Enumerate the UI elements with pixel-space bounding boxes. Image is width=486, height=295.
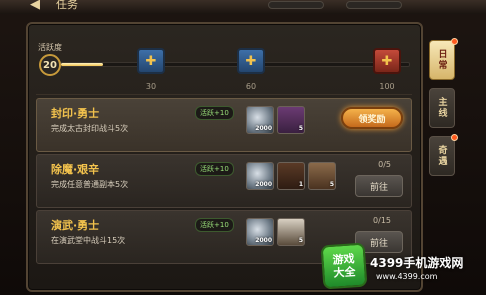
activity-label: 活跃度 bbox=[38, 43, 62, 52]
blue-chest-icon[interactable]: ✚ bbox=[137, 48, 165, 74]
tab-daily[interactable]: 日常 bbox=[429, 40, 455, 80]
reward-qty: 5 bbox=[298, 237, 303, 244]
book-icon[interactable]: 1 bbox=[277, 162, 305, 190]
task-title: 除魔·艰辛 bbox=[51, 163, 100, 176]
reward-qty: 5 bbox=[329, 181, 334, 188]
back-arrow-icon[interactable]: ◀ bbox=[30, 0, 40, 12]
page-title: 任务 bbox=[56, 0, 78, 11]
task-title: 演武·勇士 bbox=[51, 219, 100, 232]
task-description: 完成任意普通副本5次 bbox=[51, 180, 129, 189]
reward-qty: 2000 bbox=[255, 125, 272, 132]
watermark-site: 4399手机游戏网 bbox=[370, 256, 464, 270]
activity-reward-tag: 活跃+10 bbox=[195, 162, 234, 176]
divider bbox=[36, 94, 412, 95]
notification-dot-icon bbox=[451, 38, 458, 45]
task-progress: 0/5 bbox=[378, 160, 391, 169]
reward-qty: 5 bbox=[298, 125, 303, 132]
silver-coin-icon[interactable]: 2000 bbox=[246, 162, 274, 190]
activity-reward-tag: 活跃+10 bbox=[195, 106, 234, 120]
milestone-value: 60 bbox=[245, 82, 257, 91]
tab-main-quest[interactable]: 主线 bbox=[429, 88, 455, 128]
currency-pill bbox=[268, 1, 324, 9]
watermark-url: www.4399.com bbox=[376, 272, 438, 281]
reward-qty: 2000 bbox=[255, 181, 272, 188]
task-progress: 0/15 bbox=[373, 216, 391, 225]
claim-reward-button[interactable]: 领奖励 bbox=[341, 107, 403, 129]
reward-qty: 2000 bbox=[255, 237, 272, 244]
red-chest-icon[interactable]: ✚ bbox=[373, 48, 401, 74]
activity-progress-fill bbox=[61, 63, 103, 66]
watermark-badge-line: 大全 bbox=[333, 265, 356, 280]
task-description: 在演武堂中战斗15次 bbox=[51, 236, 126, 245]
blue-chest-icon[interactable]: ✚ bbox=[237, 48, 265, 74]
task-row: 封印·勇士 完成太古封印战斗5次 活跃+10 2000 5 领奖励 bbox=[36, 98, 412, 152]
panda-portrait-icon[interactable]: 5 bbox=[277, 218, 305, 246]
go-button[interactable]: 前往 bbox=[355, 175, 403, 197]
activity-progress-bar bbox=[60, 62, 410, 67]
activity-reward-tag: 活跃+10 bbox=[195, 218, 234, 232]
task-description: 完成太古封印战斗5次 bbox=[51, 124, 129, 133]
currency-pill bbox=[346, 1, 402, 9]
activity-value: 20 bbox=[39, 54, 61, 76]
milestone-value: 30 bbox=[145, 82, 157, 91]
watermark-logo: 游戏 大全 bbox=[320, 242, 368, 290]
silver-coin-icon[interactable]: 2000 bbox=[246, 218, 274, 246]
tab-adventure[interactable]: 奇遇 bbox=[429, 136, 455, 176]
task-row: 除魔·艰辛 完成任意普通副本5次 活跃+10 2000 1 5 0/5 前往 bbox=[36, 154, 412, 208]
hero-portrait-icon[interactable]: 5 bbox=[277, 106, 305, 134]
task-title: 封印·勇士 bbox=[51, 107, 100, 120]
notification-dot-icon bbox=[451, 134, 458, 141]
top-bar: ◀ 任务 bbox=[0, 0, 486, 14]
reward-qty: 1 bbox=[298, 181, 303, 188]
silver-coin-icon[interactable]: 2000 bbox=[246, 106, 274, 134]
milestone-value: 100 bbox=[379, 82, 395, 91]
hero-portrait-icon[interactable]: 5 bbox=[308, 162, 336, 190]
quest-screen: { "header": {"title": "任务", "back_icon":… bbox=[0, 0, 486, 295]
